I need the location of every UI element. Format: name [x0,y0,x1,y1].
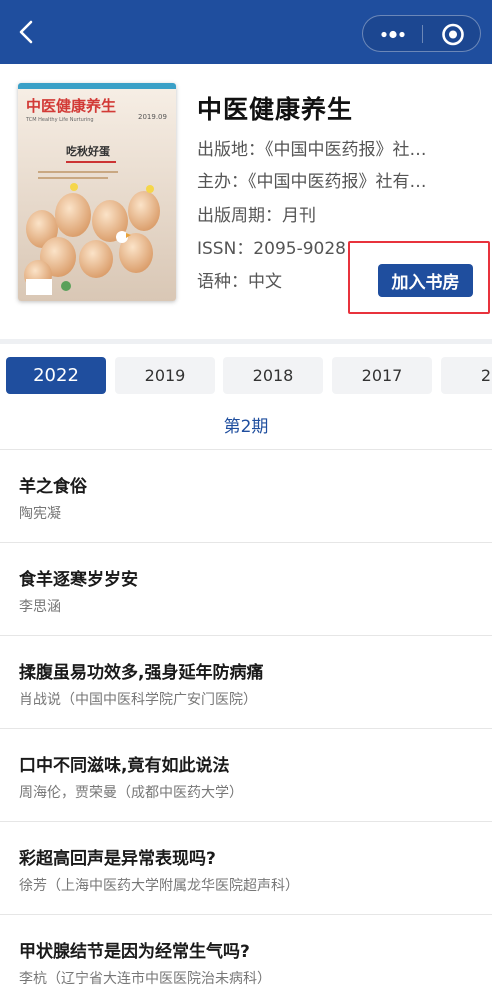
year-tab-2017[interactable]: 2017 [332,357,432,394]
cover-date: 2019.09 [138,113,167,121]
year-tabs: 2022 2019 2018 2017 20 [0,344,492,400]
magazine-info-section: 中医健康养生 TCM Healthy Life Nurturing 2019.0… [0,64,492,341]
back-button[interactable] [12,17,42,47]
magazine-cover[interactable]: 中医健康养生 TCM Healthy Life Nurturing 2019.0… [18,83,176,301]
article-item[interactable]: 彩超高回声是异常表现吗? 徐芳（上海中医药大学附属龙华医院超声科） [0,822,492,915]
issn: ISSN：2095-9028 [197,239,346,259]
article-title: 羊之食俗 [19,477,87,497]
year-tab-2022[interactable]: 2022 [6,357,106,394]
article-author: 周海伦，贾荣曼（成都中医药大学） [19,785,243,801]
cover-image: 中医健康养生 TCM Healthy Life Nurturing 2019.0… [18,83,176,301]
magazine-title: 中医健康养生 [197,95,354,124]
publication-cycle: 出版周期：月刊 [197,206,316,226]
more-button[interactable] [363,16,422,51]
chevron-left-icon [19,20,33,44]
article-author: 陶宪凝 [19,506,61,522]
mini-program-capsule [362,15,481,52]
article-item[interactable]: 口中不同滋味,竟有如此说法 周海伦，贾荣曼（成都中医药大学） [0,729,492,822]
article-title: 甲状腺结节是因为经常生气吗? [19,942,250,962]
cover-brand: 中医健康养生 [26,97,116,115]
article-author: 李杭（辽宁省大连市中医医院治未病科） [19,971,271,987]
sponsor: 主办：《中国中医药报》社有… [197,172,427,192]
target-circle-icon [442,23,464,46]
cover-brand-en: TCM Healthy Life Nurturing [25,117,94,123]
article-author: 徐芳（上海中医药大学附属龙华医院超声科） [19,878,299,894]
article-title: 食羊逐寒岁岁安 [19,570,138,590]
article-title: 彩超高回声是异常表现吗? [19,849,216,869]
top-navbar [0,0,492,64]
article-title: 揉腹虽易功效多,强身延年防病痛 [19,663,264,683]
year-tab-2018[interactable]: 2018 [223,357,323,394]
article-author: 李思涵 [19,599,61,615]
add-to-library-button[interactable]: 加入书房 [378,264,473,297]
issue-selector[interactable]: 第2期 [0,400,492,450]
close-mini-program-button[interactable] [423,16,481,51]
language: 语种：中文 [197,272,282,292]
publish-place: 出版地：《中国中医药报》社… [197,140,427,160]
article-list: 羊之食俗 陶宪凝 食羊逐寒岁岁安 李思涵 揉腹虽易功效多,强身延年防病痛 肖战说… [0,450,492,999]
article-author: 肖战说（中国中医科学院广安门医院） [19,692,257,708]
article-item[interactable]: 揉腹虽易功效多,强身延年防病痛 肖战说（中国中医科学院广安门医院） [0,636,492,729]
article-title: 口中不同滋味,竟有如此说法 [19,756,230,776]
year-tab-partial[interactable]: 20 [441,357,492,394]
cover-headline: 吃秋好蛋 [66,144,111,158]
year-tab-2019[interactable]: 2019 [115,357,215,394]
article-item[interactable]: 羊之食俗 陶宪凝 [0,450,492,543]
article-item[interactable]: 食羊逐寒岁岁安 李思涵 [0,543,492,636]
more-dots-icon [381,30,405,39]
article-item[interactable]: 甲状腺结节是因为经常生气吗? 李杭（辽宁省大连市中医医院治未病科） [0,915,492,999]
